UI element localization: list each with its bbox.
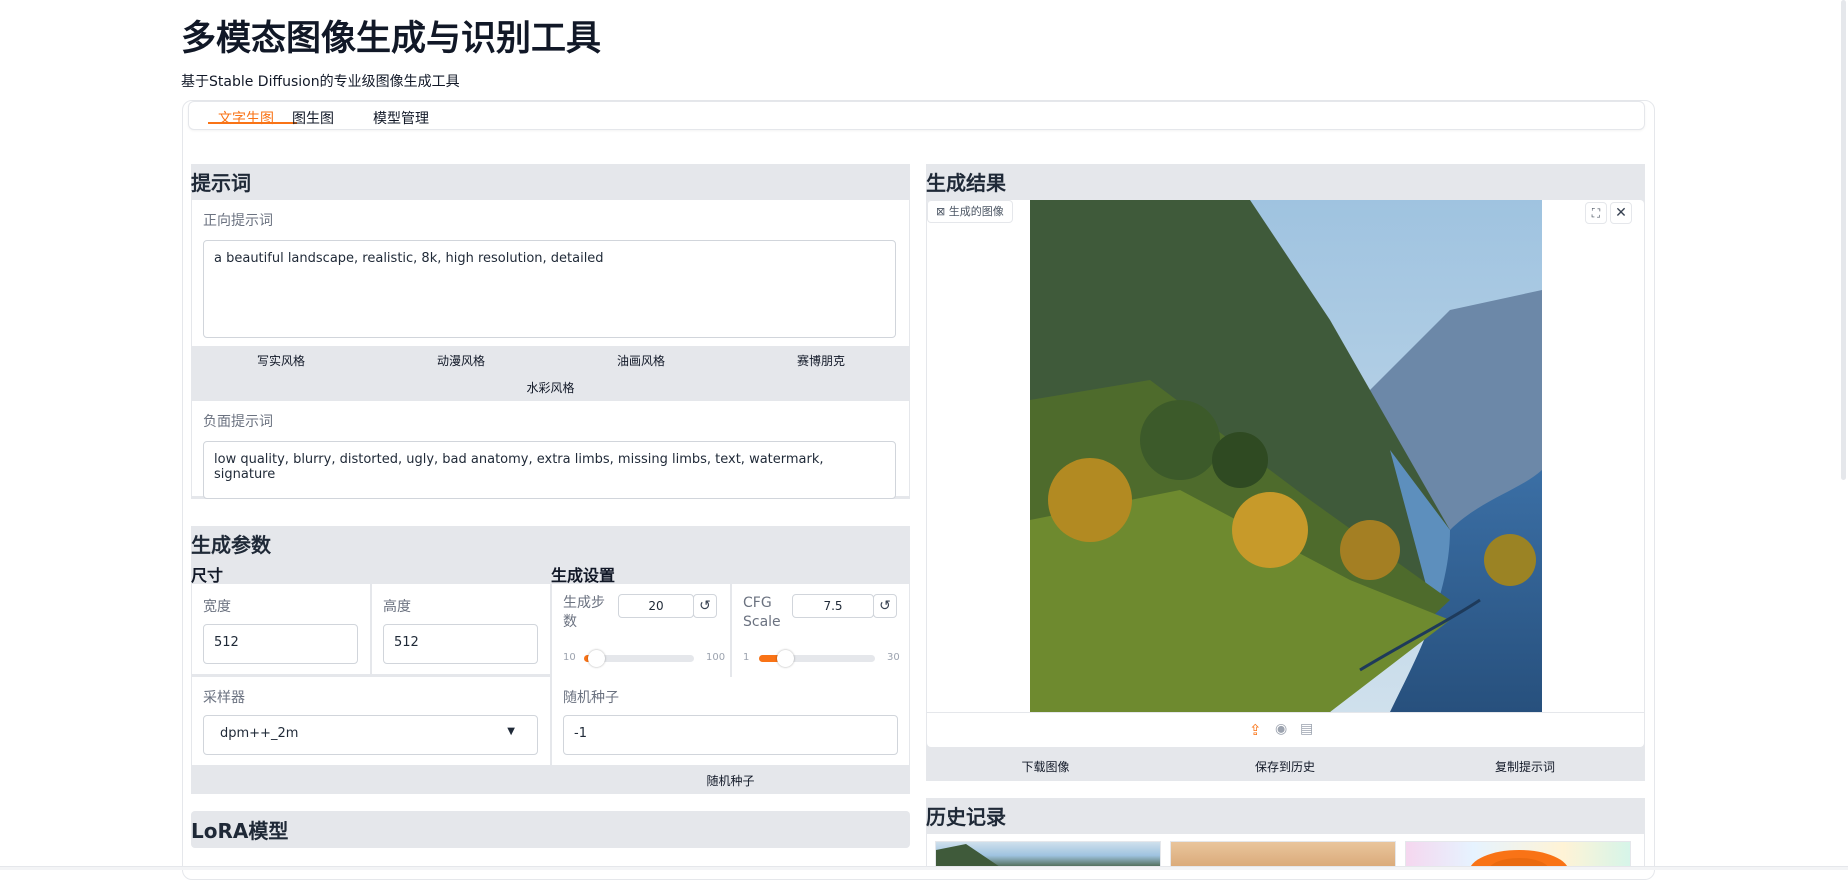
page-subtitle: 基于Stable Diffusion的专业级图像生成工具	[181, 74, 460, 90]
prompt-section-title: 提示词	[191, 171, 251, 195]
cfg-max: 30	[887, 652, 900, 663]
download-image-button[interactable]: 下载图像	[926, 758, 1165, 775]
steps-number-input[interactable]: 20	[618, 594, 694, 618]
lora-section-title: LoRA模型	[191, 819, 289, 843]
tab-image-to-image[interactable]: 图生图	[292, 108, 334, 128]
webcam-icon[interactable]: ◉	[1275, 721, 1287, 737]
width-group: 宽度 512	[192, 584, 370, 674]
negative-prompt-group: 负面提示词 low quality, blurry, distorted, ug…	[192, 401, 909, 499]
style-button-watercolor[interactable]: 水彩风格	[191, 379, 910, 396]
style-button-oil-painting[interactable]: 油画风格	[551, 352, 731, 369]
cfg-slider-thumb[interactable]	[776, 650, 794, 667]
copy-prompt-button[interactable]: 复制提示词	[1405, 758, 1645, 775]
steps-group: 生成步数 20 ↺ 10 100	[552, 584, 730, 678]
height-input[interactable]: 512	[383, 624, 538, 664]
app-root: 多模态图像生成与识别工具 基于Stable Diffusion的专业级图像生成工…	[181, 0, 1655, 880]
positive-prompt-group: 正向提示词 a beautiful landscape, realistic, …	[192, 200, 909, 346]
cfg-label: CFG Scale	[743, 595, 781, 630]
steps-min: 10	[563, 652, 576, 663]
params-panel: 生成参数 尺寸 生成设置 宽度 512 高度 512 生成步数 20 ↺ 10 …	[191, 526, 910, 794]
cfg-reset-icon[interactable]: ↺	[873, 594, 897, 618]
params-section-title: 生成参数	[191, 533, 271, 557]
image-output: ⊠ 生成的图像 ⛶ ✕ ⇪ ◉ ▤	[927, 200, 1644, 747]
prompt-panel: 提示词 正向提示词 a beautiful landscape, realist…	[191, 164, 910, 499]
page-scrollbar[interactable]	[1841, 0, 1846, 480]
seed-label: 随机种子	[563, 690, 619, 706]
negative-prompt-input[interactable]: low quality, blurry, distorted, ugly, ba…	[203, 441, 896, 499]
result-section-title: 生成结果	[926, 171, 1006, 195]
height-group: 高度 512	[372, 584, 550, 674]
sampler-label: 采样器	[203, 690, 245, 706]
lora-panel: LoRA模型	[191, 811, 910, 848]
style-button-anime[interactable]: 动漫风格	[371, 352, 551, 369]
seed-group: 随机种子 -1	[552, 677, 909, 765]
size-heading: 尺寸	[191, 566, 224, 585]
width-input[interactable]: 512	[203, 624, 358, 664]
cfg-group: CFG Scale 7.5 ↺ 1 30	[732, 584, 909, 678]
steps-slider[interactable]	[584, 650, 694, 667]
width-label: 宽度	[203, 599, 231, 615]
result-panel: 生成结果 ⊠ 生成的图像 ⛶ ✕ ⇪ ◉ ▤ 下载图像 保存到历史 复制提示词	[926, 164, 1645, 781]
negative-prompt-label: 负面提示词	[203, 414, 273, 430]
tab-text-to-image[interactable]: 文字生图	[218, 108, 274, 128]
sampler-group: 采样器 dpm++_2m ▼	[192, 677, 550, 765]
image-icon: ⊠	[936, 205, 946, 218]
steps-reset-icon[interactable]: ↺	[693, 594, 717, 618]
window-bottom-edge	[0, 866, 1848, 870]
height-label: 高度	[383, 599, 411, 615]
settings-heading: 生成设置	[551, 566, 616, 585]
fullscreen-icon[interactable]: ⛶	[1585, 202, 1607, 224]
close-icon[interactable]: ✕	[1610, 202, 1632, 224]
positive-prompt-input[interactable]: a beautiful landscape, realistic, 8k, hi…	[203, 240, 896, 338]
active-tab-indicator	[208, 122, 297, 124]
tab-bar: 文字生图 图生图 模型管理	[188, 101, 1645, 130]
seed-input[interactable]: -1	[563, 715, 898, 755]
cfg-number-input[interactable]: 7.5	[792, 594, 874, 618]
sampler-selected-value: dpm++_2m	[220, 726, 299, 741]
style-button-cyberpunk[interactable]: 赛博朋克	[731, 352, 911, 369]
generated-image	[1030, 200, 1542, 712]
steps-max: 100	[706, 652, 726, 663]
chevron-down-icon: ▼	[507, 726, 515, 737]
style-button-realistic[interactable]: 写实风格	[191, 352, 371, 369]
upload-icon[interactable]: ⇪	[1249, 721, 1262, 739]
steps-label: 生成步数	[563, 595, 605, 630]
image-divider	[927, 712, 1644, 713]
cfg-slider[interactable]	[759, 650, 875, 667]
save-to-history-button[interactable]: 保存到历史	[1165, 758, 1405, 775]
positive-prompt-label: 正向提示词	[203, 213, 273, 229]
steps-slider-thumb[interactable]	[588, 650, 606, 667]
page-title: 多模态图像生成与识别工具	[181, 19, 602, 59]
random-seed-button[interactable]: 随机种子	[551, 772, 910, 789]
cfg-min: 1	[743, 652, 750, 663]
history-section-title: 历史记录	[926, 805, 1006, 829]
image-output-label: ⊠ 生成的图像	[927, 200, 1013, 223]
clipboard-icon[interactable]: ▤	[1300, 721, 1313, 737]
sampler-dropdown[interactable]: dpm++_2m ▼	[203, 715, 538, 755]
tab-model-management[interactable]: 模型管理	[373, 108, 429, 128]
